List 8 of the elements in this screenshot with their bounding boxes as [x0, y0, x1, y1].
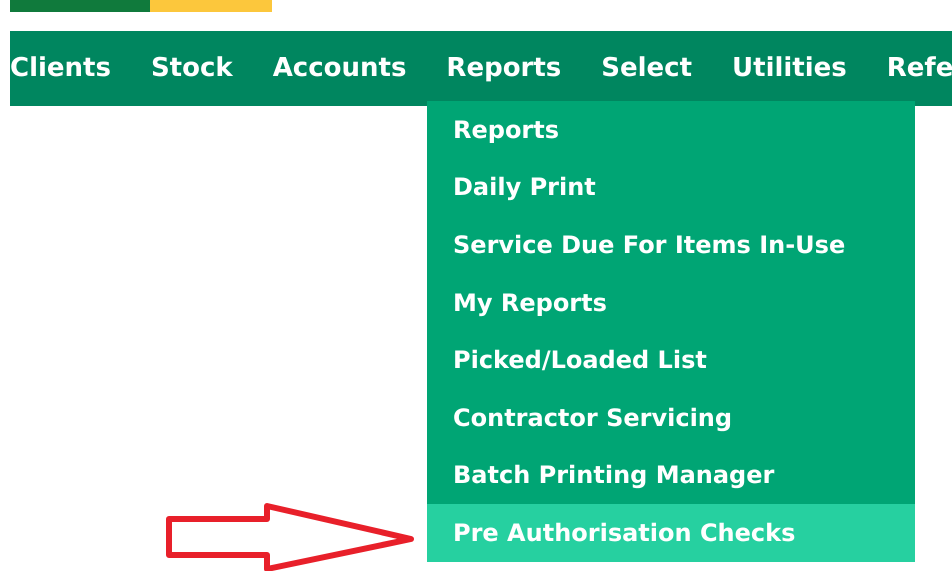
menu-item[interactable]: Select	[601, 49, 692, 88]
menu-item[interactable]: Refe	[886, 49, 952, 88]
dropdown-item[interactable]: Pre Authorisation Checks	[427, 504, 915, 562]
menu-item[interactable]: Stock	[150, 49, 233, 88]
menu-item[interactable]: Reports	[446, 49, 562, 88]
menu-item[interactable]: Accounts	[272, 49, 406, 88]
menu-item[interactable]: Clients	[10, 49, 111, 88]
menu-item[interactable]: Utilities	[732, 49, 847, 88]
